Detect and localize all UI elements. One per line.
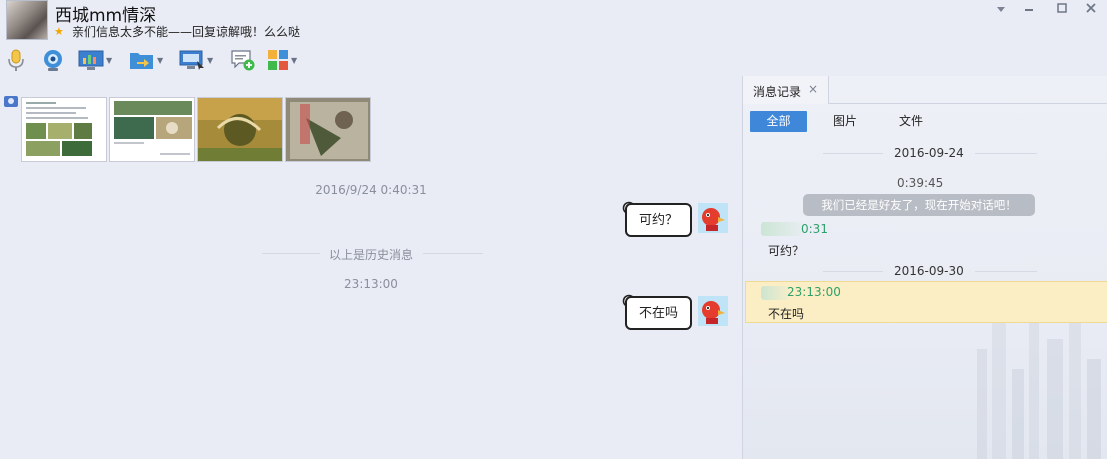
background-decoration (977, 289, 1101, 459)
chat-message-area[interactable]: 2016/9/24 0:40:31 可约？ 以上是历史消息 23:13:00 不… (0, 76, 742, 459)
chat-plus-icon (230, 48, 256, 72)
chat-header: 西城mm情深 ★ 亲们信息太多不能——回复谅解哦！么么哒 (0, 0, 1107, 44)
chevron-down-icon[interactable]: ▼ (106, 56, 112, 65)
divider (975, 271, 1037, 272)
screen-icon (179, 49, 205, 71)
sender-time: 0:31 (801, 222, 828, 236)
message-timestamp: 2016/9/24 0:40:31 (315, 183, 427, 197)
microphone-icon (6, 48, 26, 72)
chevron-down-icon[interactable]: ▼ (157, 56, 163, 65)
divider (823, 153, 883, 154)
image-thumbnail[interactable] (109, 97, 195, 162)
app-button[interactable]: ▼ (78, 46, 112, 74)
image-icon (4, 96, 18, 107)
history-divider-label: 以上是历史消息 (328, 248, 413, 262)
contact-avatar[interactable] (6, 0, 48, 40)
history-date: 2016-09-24 (894, 146, 964, 160)
video-call-button[interactable] (41, 46, 65, 74)
sender-name-blurred (761, 222, 803, 236)
apps-button[interactable]: ▼ (267, 46, 297, 74)
close-icon[interactable] (1082, 1, 1100, 17)
monitor-chart-icon (78, 49, 104, 71)
history-message-text[interactable]: 可约？ (768, 242, 804, 259)
chevron-down-icon[interactable]: ▼ (207, 56, 213, 65)
tiles-icon (267, 49, 289, 71)
folder-arrow-icon (129, 49, 155, 71)
user-avatar[interactable] (698, 296, 728, 326)
history-time: 0:39:45 (897, 176, 944, 190)
image-thumbnail[interactable] (285, 97, 371, 162)
chat-bubble[interactable]: 可约？ (625, 203, 693, 237)
chevron-down-icon[interactable] (992, 1, 1010, 17)
system-message: 我们已经是好友了，现在开始对话吧！ (803, 194, 1035, 216)
tab-label: 消息记录 (753, 85, 802, 99)
send-file-button[interactable]: ▼ (129, 46, 163, 74)
filter-files-button[interactable]: 文件 (889, 111, 933, 132)
divider (975, 153, 1037, 154)
new-message-button[interactable] (230, 46, 256, 74)
history-message-text[interactable]: 不在吗 (768, 305, 804, 322)
divider (829, 103, 1107, 104)
close-icon[interactable]: × (808, 82, 818, 96)
chat-toolbar: ▼ ▼ ▼ ▼ (0, 46, 742, 76)
chevron-down-icon[interactable]: ▼ (291, 56, 297, 65)
image-thumbnail[interactable] (21, 97, 107, 162)
divider (823, 271, 883, 272)
filter-images-button[interactable]: 图片 (823, 111, 867, 132)
user-avatar[interactable] (698, 203, 728, 233)
camera-icon (41, 48, 65, 72)
star-icon: ★ (54, 25, 64, 38)
sender-name-blurred (761, 286, 789, 300)
voice-call-button[interactable] (6, 46, 26, 74)
tab-message-history[interactable]: 消息记录 × (743, 76, 829, 104)
contact-name[interactable]: 西城mm情深 (55, 1, 156, 26)
sender-time: 23:13:00 (787, 285, 841, 299)
minimize-icon[interactable] (1020, 1, 1038, 17)
history-date: 2016-09-30 (894, 264, 964, 278)
filter-all-button[interactable]: 全部 (750, 111, 807, 132)
divider (423, 253, 483, 254)
image-thumbnail[interactable] (197, 97, 283, 162)
chat-bubble[interactable]: 不在吗 (625, 296, 693, 330)
message-timestamp: 23:13:00 (344, 277, 398, 291)
maximize-icon[interactable] (1053, 1, 1071, 17)
remote-desktop-button[interactable]: ▼ (179, 46, 213, 74)
contact-signature: 亲们信息太多不能——回复谅解哦！么么哒 (72, 25, 301, 39)
message-history-panel: 消息记录 × 全部 图片 文件 2016-09-24 0:39:45 我们已经是… (742, 76, 1107, 459)
